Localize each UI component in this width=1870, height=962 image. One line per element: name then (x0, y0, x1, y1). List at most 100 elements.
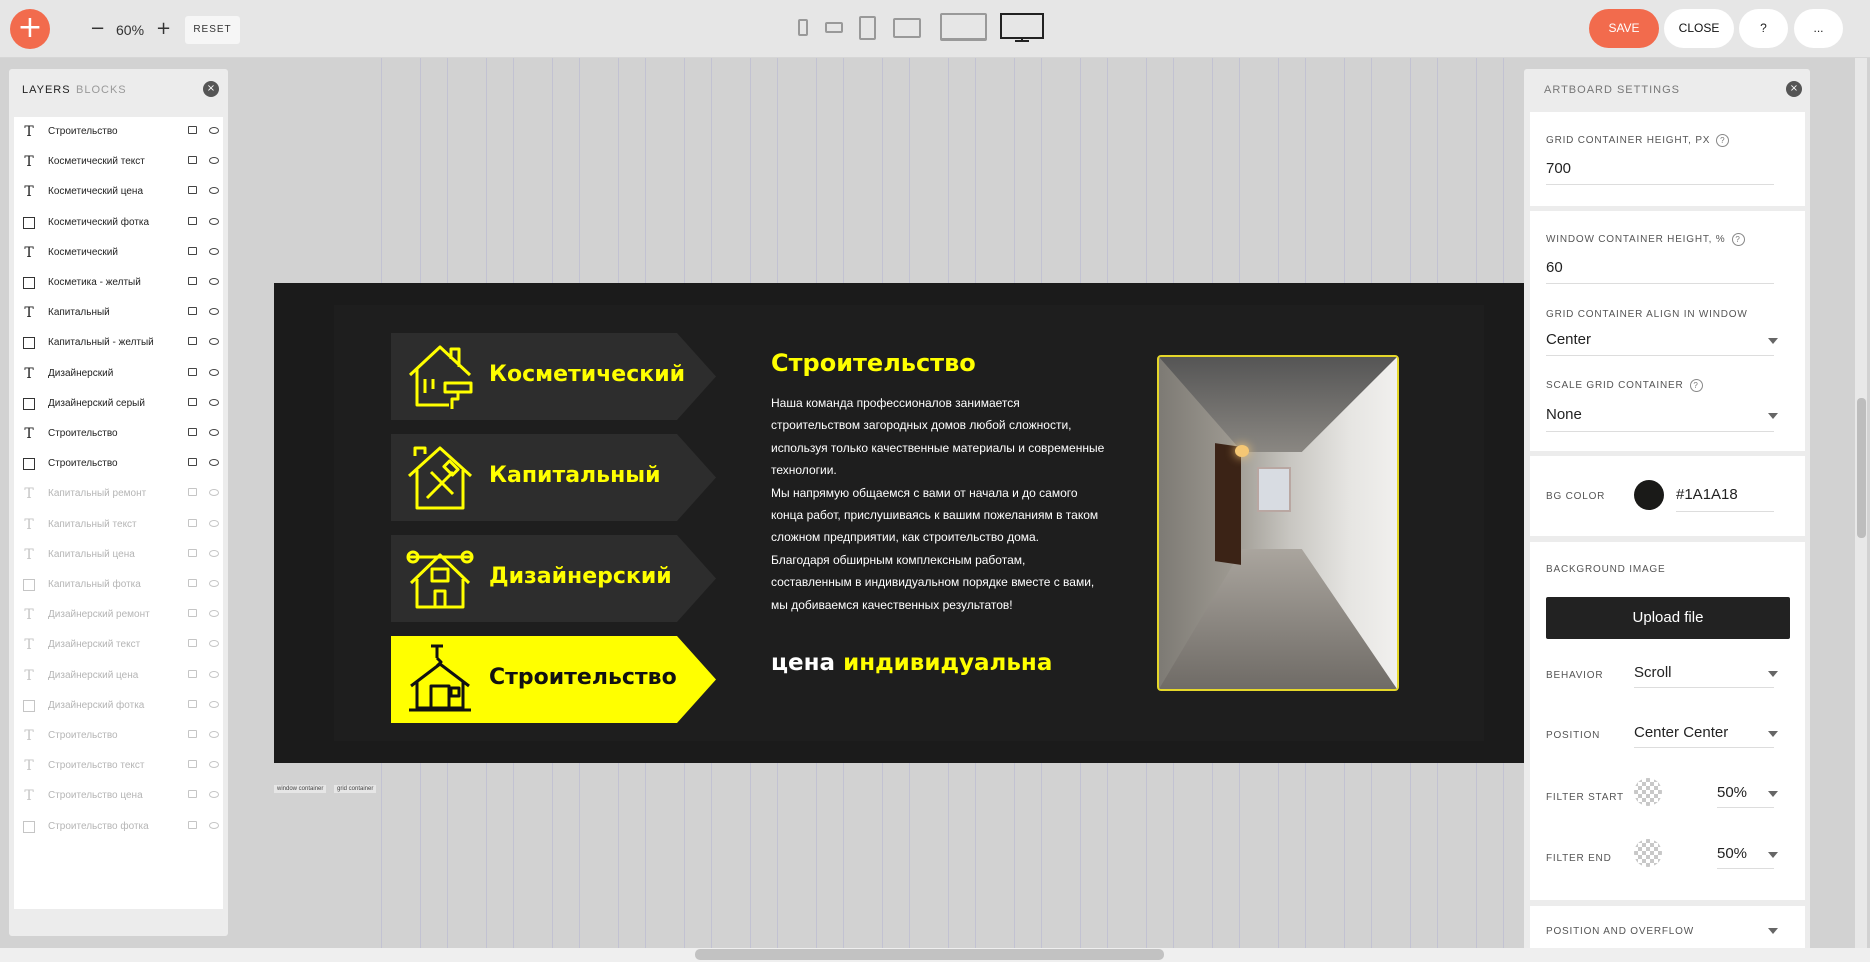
behavior-select[interactable]: Scroll (1634, 664, 1672, 681)
grid-height-input[interactable]: 700 (1546, 160, 1571, 177)
layer-row[interactable]: Дизайнерский серый (14, 389, 223, 419)
more-button[interactable]: ... (1794, 9, 1843, 48)
layer-row[interactable]: T Строительство (14, 419, 223, 449)
layer-row[interactable]: Капитальный - желтый (14, 328, 223, 358)
lock-icon[interactable] (188, 760, 197, 769)
lock-icon[interactable] (188, 699, 197, 708)
lock-icon[interactable] (188, 669, 197, 678)
close-icon[interactable]: × (203, 81, 219, 97)
eye-off-icon[interactable] (209, 821, 219, 829)
chevron-down-icon[interactable] (1768, 791, 1778, 797)
layer-row[interactable]: T Строительство текст (14, 751, 223, 781)
layer-row[interactable]: T Строительство (14, 721, 223, 751)
lock-icon[interactable] (188, 246, 197, 255)
eye-off-icon[interactable] (209, 489, 219, 497)
lock-icon[interactable] (188, 579, 197, 587)
lock-icon[interactable] (188, 397, 197, 406)
lock-icon[interactable] (188, 548, 197, 557)
layer-row[interactable]: T Косметический текст (14, 147, 223, 177)
layer-row[interactable]: T Дизайнерский ремонт (14, 600, 223, 630)
eye-icon[interactable] (209, 127, 219, 134)
lock-icon[interactable] (188, 186, 197, 195)
layer-row[interactable]: Строительство фотка (14, 812, 223, 842)
lock-icon[interactable] (188, 367, 197, 376)
menu-item-construction[interactable]: Строительство (391, 636, 716, 723)
chevron-down-icon[interactable] (1768, 338, 1778, 344)
eye-icon[interactable] (209, 429, 219, 436)
tablet-landscape-icon[interactable] (893, 18, 921, 38)
lock-icon[interactable] (188, 216, 197, 225)
scale-select[interactable]: None (1546, 406, 1582, 423)
window-height-input[interactable]: 60 (1546, 259, 1563, 276)
menu-item-capital[interactable]: Капитальный (391, 434, 716, 521)
lock-icon[interactable] (188, 156, 197, 165)
close-button[interactable]: CLOSE (1664, 9, 1734, 48)
layer-row[interactable]: T Строительство цена (14, 781, 223, 811)
menu-item-cosmetic[interactable]: Косметический (391, 333, 716, 420)
layer-row[interactable]: T Капитальный цена (14, 540, 223, 570)
chevron-down-icon[interactable] (1768, 671, 1778, 677)
artboard[interactable]: Косметический Капитальный Дизайнерский С… (274, 283, 1524, 763)
lock-icon[interactable] (188, 277, 197, 285)
upload-file-button[interactable]: Upload file (1546, 597, 1790, 639)
lock-icon[interactable] (188, 790, 197, 799)
vertical-scrollbar-thumb[interactable] (1857, 398, 1866, 538)
menu-item-designer[interactable]: Дизайнерский (391, 535, 716, 622)
eye-icon[interactable] (209, 157, 219, 165)
eye-icon[interactable] (209, 459, 219, 467)
lock-icon[interactable] (188, 820, 197, 829)
add-element-button[interactable]: + (10, 9, 50, 49)
lock-icon[interactable] (188, 730, 197, 738)
bg-color-swatch[interactable] (1634, 480, 1664, 510)
zoom-out-button[interactable]: − (90, 18, 105, 39)
layer-row[interactable]: T Капитальный текст (14, 510, 223, 540)
eye-icon[interactable] (209, 338, 219, 346)
eye-off-icon[interactable] (209, 640, 219, 648)
tab-layers[interactable]: LAYERS (22, 84, 71, 96)
layer-row[interactable]: T Капитальный (14, 298, 223, 328)
chevron-down-icon[interactable] (1768, 852, 1778, 858)
eye-off-icon[interactable] (209, 791, 219, 799)
phone-portrait-icon[interactable] (798, 19, 808, 36)
lock-icon[interactable] (188, 458, 197, 467)
layer-row[interactable]: T Косметический цена (14, 177, 223, 207)
eye-off-icon[interactable] (209, 700, 219, 708)
bg-color-input[interactable]: #1A1A18 (1676, 486, 1738, 503)
eye-icon[interactable] (209, 278, 219, 285)
reset-zoom-button[interactable]: RESET (185, 16, 240, 44)
horizontal-scrollbar-thumb[interactable] (695, 949, 1164, 960)
eye-icon[interactable] (209, 308, 219, 316)
filter-end-select[interactable]: 50% (1717, 845, 1747, 862)
layer-row[interactable]: Дизайнерский фотка (14, 691, 223, 721)
close-icon[interactable]: × (1786, 81, 1802, 97)
eye-icon[interactable] (209, 187, 219, 195)
eye-off-icon[interactable] (209, 580, 219, 587)
eye-off-icon[interactable] (209, 761, 219, 769)
layer-row[interactable]: T Дизайнерский (14, 359, 223, 389)
eye-off-icon[interactable] (209, 519, 219, 527)
eye-icon[interactable] (209, 368, 219, 376)
filter-start-select[interactable]: 50% (1717, 784, 1747, 801)
lock-icon[interactable] (188, 307, 197, 316)
window-container-tag[interactable]: window container (274, 785, 327, 793)
eye-icon[interactable] (209, 247, 219, 255)
layer-row[interactable]: T Дизайнерский текст (14, 630, 223, 660)
eye-off-icon[interactable] (209, 670, 219, 678)
layer-row[interactable]: T Строительство (14, 117, 223, 147)
laptop-icon[interactable] (940, 13, 987, 41)
help-button[interactable]: ? (1739, 9, 1788, 48)
eye-icon[interactable] (209, 398, 219, 406)
help-icon[interactable]: ? (1716, 134, 1730, 147)
layer-row[interactable]: Косметика - желтый (14, 268, 223, 298)
lock-icon[interactable] (188, 337, 197, 346)
chevron-down-icon[interactable] (1768, 928, 1778, 934)
phone-landscape-icon[interactable] (825, 22, 843, 33)
layer-row[interactable]: T Косметический (14, 238, 223, 268)
zoom-in-button[interactable]: + (156, 18, 171, 39)
save-button[interactable]: SAVE (1589, 9, 1659, 48)
desktop-icon[interactable] (1000, 13, 1044, 45)
layer-row[interactable]: Косметический фотка (14, 208, 223, 238)
layer-row[interactable]: T Капитальный ремонт (14, 479, 223, 509)
lock-icon[interactable] (188, 488, 197, 497)
grid-container-tag[interactable]: grid container (334, 785, 377, 793)
